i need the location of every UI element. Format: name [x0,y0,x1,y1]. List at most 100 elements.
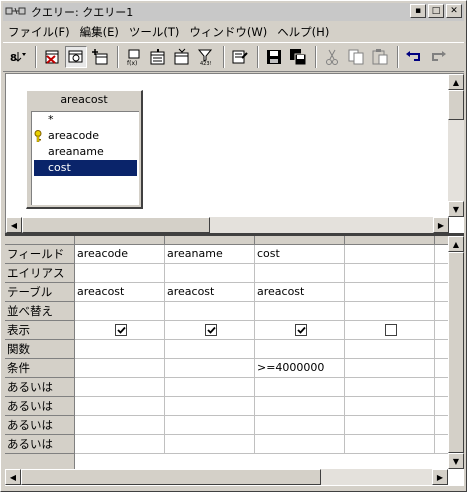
field-item-areacode[interactable]: areacode [32,128,139,144]
grid-cell[interactable]: areacode [75,245,165,264]
scroll-thumb[interactable] [22,217,210,233]
redo-icon[interactable] [427,46,449,68]
menu-window[interactable]: ウィンドウ(W) [184,24,272,40]
grid-cell[interactable] [345,340,435,359]
upper-horizontal-scrollbar[interactable]: ◀ ▶ [6,217,449,233]
scroll-right-icon[interactable]: ▶ [433,217,449,233]
grid-cell[interactable]: >=4000000 [255,359,345,378]
save-icon[interactable] [263,46,285,68]
minimize-button[interactable]: ▪ [410,4,426,18]
grid-cell[interactable] [165,359,255,378]
menu-tools[interactable]: ツール(T) [124,24,185,40]
copy-icon[interactable] [345,46,367,68]
grid-cell[interactable] [165,340,255,359]
scroll-down-icon[interactable]: ▼ [448,201,464,217]
table-name[interactable]: areacost [27,91,141,109]
grid-cell[interactable] [255,264,345,283]
show-table-icon[interactable] [65,46,87,68]
title-bar[interactable]: クエリー: クエリー1 ▪ □ ✕ [3,3,464,21]
grid-cell[interactable] [75,264,165,283]
grid-cell[interactable] [75,416,165,435]
cut-icon[interactable] [321,46,343,68]
grid-cell[interactable] [165,416,255,435]
grid-cell[interactable]: areaname [165,245,255,264]
grid-cell[interactable] [345,245,435,264]
scroll-left-icon[interactable]: ◀ [5,469,21,485]
maximize-button[interactable]: □ [428,4,444,18]
properties-icon[interactable] [147,46,169,68]
delete-table-icon[interactable] [41,46,63,68]
grid-cell[interactable] [75,397,165,416]
scroll-thumb[interactable] [448,252,464,453]
grid-row-show: 表示 [5,321,464,340]
field-item-cost[interactable]: cost [34,160,137,176]
grid-cell[interactable] [345,435,435,454]
column-selector[interactable] [255,236,345,245]
column-selector[interactable] [345,236,435,245]
show-checkbox[interactable] [295,324,307,336]
paste-icon[interactable] [369,46,391,68]
grid-cell[interactable] [345,283,435,302]
grid-vertical-scrollbar[interactable]: ▲ ▼ [448,236,464,469]
grid-cell[interactable]: cost [255,245,345,264]
grid-cell[interactable] [345,416,435,435]
scroll-thumb[interactable] [21,469,321,485]
grid-cell[interactable] [345,359,435,378]
grid-cell[interactable] [75,435,165,454]
grid-cell[interactable]: areacost [75,283,165,302]
undo-icon[interactable] [403,46,425,68]
field-item-areaname[interactable]: areaname [32,144,139,160]
grid-cell[interactable] [75,359,165,378]
grid-cell[interactable] [345,264,435,283]
grid-cell[interactable] [345,397,435,416]
grid-horizontal-scrollbar[interactable]: ◀ ▶ [5,469,448,485]
show-checkbox[interactable] [115,324,127,336]
grid-cell[interactable] [255,416,345,435]
table-diagram-pane[interactable]: areacost * areacode areaname cost ▲ ▼ ◀ [5,73,464,233]
grid-cell[interactable] [345,378,435,397]
field-label: areaname [48,145,104,158]
column-selector[interactable] [75,236,165,245]
grid-cell[interactable] [165,378,255,397]
upper-vertical-scrollbar[interactable]: ▲ ▼ [448,74,464,217]
menu-edit[interactable]: 編集(E) [75,24,124,40]
scroll-up-icon[interactable]: ▲ [448,236,464,252]
show-checkbox[interactable] [205,324,217,336]
criteria-icon[interactable] [229,46,251,68]
grid-cell[interactable] [255,397,345,416]
column-selector[interactable] [165,236,255,245]
show-checkbox[interactable] [385,324,397,336]
close-button[interactable]: ✕ [446,4,462,18]
scroll-thumb[interactable] [448,90,464,120]
grid-cell[interactable]: areacost [255,283,345,302]
grid-cell[interactable] [165,397,255,416]
scroll-down-icon[interactable]: ▼ [448,453,464,469]
grid-cell[interactable] [255,435,345,454]
grid-cell[interactable] [165,264,255,283]
grid-cell[interactable]: areacost [165,283,255,302]
sql-icon[interactable]: f(x) [123,46,145,68]
grid-cell[interactable] [165,435,255,454]
grid-cell[interactable] [255,302,345,321]
add-table-icon[interactable] [89,46,111,68]
grid-row-function: 関数 [5,340,464,359]
grid-cell[interactable] [75,340,165,359]
grid-cell[interactable] [255,378,345,397]
grid-cell[interactable] [165,302,255,321]
grid-cell[interactable] [255,340,345,359]
scroll-up-icon[interactable]: ▲ [448,74,464,90]
grid-row-sort: 並べ替え [5,302,464,321]
sort-icon[interactable]: 423! [195,46,217,68]
join-icon[interactable] [171,46,193,68]
grid-cell[interactable] [75,302,165,321]
save-all-icon[interactable] [287,46,309,68]
query-type-icon[interactable]: 8 [7,46,29,68]
scroll-left-icon[interactable]: ◀ [6,217,22,233]
table-box-areacost[interactable]: areacost * areacode areaname cost [26,90,143,209]
scroll-right-icon[interactable]: ▶ [432,469,448,485]
field-item-all[interactable]: * [32,112,139,128]
menu-help[interactable]: ヘルプ(H) [272,24,334,40]
grid-cell[interactable] [345,302,435,321]
grid-cell[interactable] [75,378,165,397]
menu-file[interactable]: ファイル(F) [3,24,75,40]
